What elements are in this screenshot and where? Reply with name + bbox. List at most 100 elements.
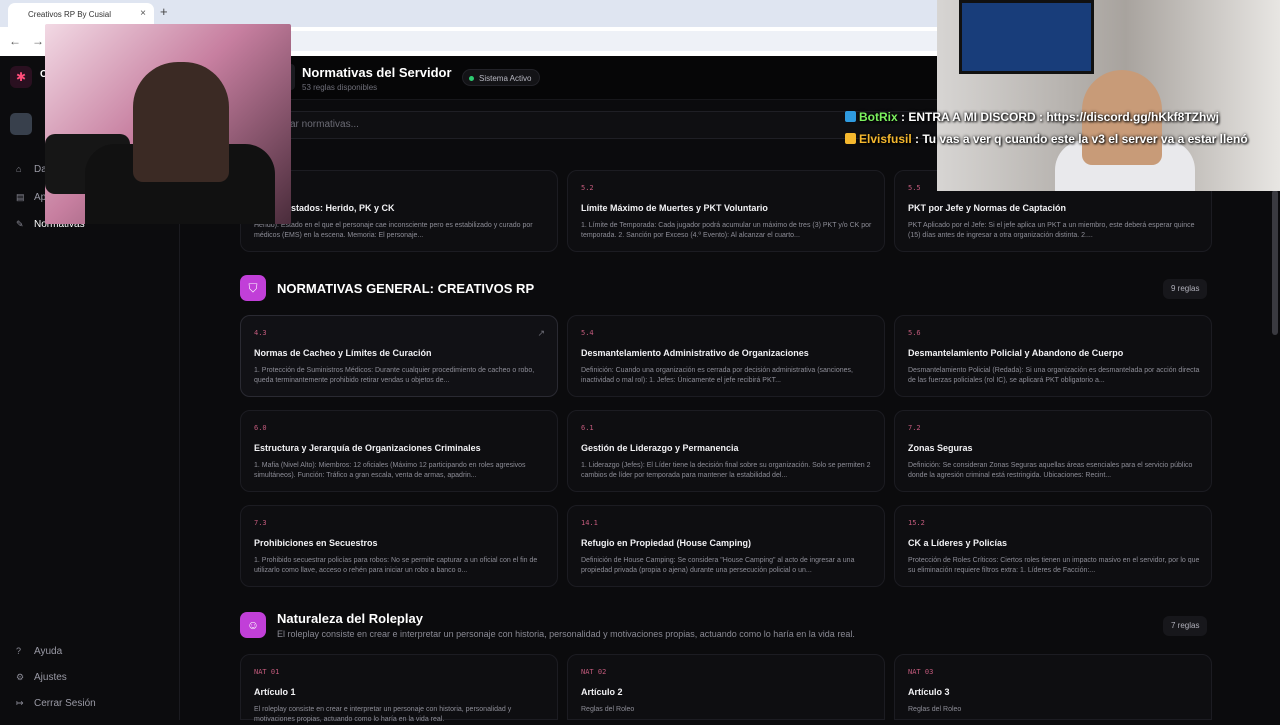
rule-count-badge: 7 reglas: [1163, 616, 1208, 636]
sidebar-item-label: Ayuda: [34, 646, 63, 657]
rule-description: 1. Protección de Suministros Médicos: Du…: [254, 367, 535, 384]
rule-code: NAT 01: [254, 668, 280, 676]
external-link-icon[interactable]: ↗: [537, 328, 545, 339]
rule-card[interactable]: 5.2 Límite Máximo de Muertes y PKT Volun…: [567, 170, 885, 252]
sidebar-item-dashboard[interactable]: ⌂ Da: [16, 164, 47, 175]
rule-description: Definición: Se consideran Zonas Seguras …: [908, 462, 1193, 479]
rule-card[interactable]: NAT 02 Artículo 2 Reglas del Roleo: [567, 654, 885, 720]
chat-text: : ENTRA A MI DISCORD : https://discord.g…: [901, 110, 1219, 124]
search-placeholder: ar normativas...: [290, 119, 359, 130]
sidebar-item-label: Cerrar Sesión: [34, 698, 96, 709]
webcam-overlay-right: [937, 0, 1280, 191]
gavel-icon: ✎: [16, 219, 24, 229]
status-label: Sistema Activo: [479, 74, 532, 83]
users-icon: ☺: [240, 612, 266, 638]
chat-username: BotRix: [859, 110, 898, 124]
rule-card[interactable]: 5.6 Desmantelamiento Policial y Abandono…: [894, 315, 1212, 397]
rule-code: 5.5: [908, 184, 921, 192]
rule-description: Herido): Estado en el que el personaje c…: [254, 222, 533, 239]
rule-description: Definición: Cuando una organización es c…: [581, 367, 853, 384]
rule-title: Límite Máximo de Muertes y PKT Voluntari…: [581, 203, 768, 213]
logout-icon: ↦: [16, 698, 24, 708]
rule-title: Zonas Seguras: [908, 443, 973, 453]
rule-title: Artículo 3: [908, 687, 950, 697]
rule-title: Desmantelamiento Policial y Abandono de …: [908, 348, 1124, 358]
sidebar-item-ayuda[interactable]: ? Ayuda: [16, 646, 62, 657]
rule-code: 5.2: [581, 184, 594, 192]
status-badge: Sistema Activo: [462, 69, 541, 86]
rule-title: Desmantelamiento Administrativo de Organ…: [581, 348, 809, 358]
app-logo-icon[interactable]: ✱: [10, 66, 32, 88]
rule-code: 6.0: [254, 424, 267, 432]
rule-title: Gestión de Liderazgo y Permanencia: [581, 443, 739, 453]
forward-arrow-icon[interactable]: →: [32, 34, 44, 48]
chat-message: Elvisfusil : Tu vas a ver q cuando este …: [845, 132, 1248, 146]
rule-description: Reglas del Roleo: [581, 706, 635, 713]
rule-description: Desmantelamiento Policial (Redada): Si u…: [908, 367, 1200, 384]
rule-title: CK a Líderes y Policías: [908, 538, 1008, 548]
subscriber-badge-icon: [845, 133, 856, 144]
rule-card[interactable]: 4.3 ↗ Normas de Cacheo y Límites de Cura…: [240, 315, 558, 397]
streamer-figure: [133, 62, 229, 182]
chat-message: BotRix : ENTRA A MI DISCORD : https://di…: [845, 110, 1219, 124]
rule-description: 1. Liderazgo (Jefes): El Líder tiene la …: [581, 462, 871, 479]
rule-card[interactable]: NAT 03 Artículo 3 Reglas del Roleo: [894, 654, 1212, 720]
rule-card[interactable]: 7.2 Zonas Seguras Definición: Se conside…: [894, 410, 1212, 492]
rule-card[interactable]: 6.1 Gestión de Liderazgo y Permanencia 1…: [567, 410, 885, 492]
sidebar-item-cerrar-sesion[interactable]: ↦ Cerrar Sesión: [16, 698, 96, 709]
sidebar-item-ajustes[interactable]: ⚙ Ajustes: [16, 672, 67, 683]
apps-icon: ▤: [16, 192, 25, 202]
rule-description: Protección de Roles Críticos: Ciertos ro…: [908, 557, 1200, 574]
avatar[interactable]: [10, 113, 32, 135]
back-arrow-icon[interactable]: ←: [9, 34, 21, 48]
status-dot-icon: [469, 76, 474, 81]
rule-title: Artículo 1: [254, 687, 296, 697]
section-title: NORMATIVAS GENERAL: CREATIVOS RP: [277, 281, 535, 296]
rule-card[interactable]: 5.4 Desmantelamiento Administrativo de O…: [567, 315, 885, 397]
rule-code: NAT 02: [581, 668, 607, 676]
page-title: Normativas del Servidor: [302, 65, 452, 80]
tab-title: Creativos RP By Cusial: [28, 10, 111, 19]
shield-icon: ⛉: [240, 275, 266, 301]
rule-description: 1. Mafia (Nivel Alto): Miembros: 12 ofic…: [254, 462, 526, 479]
rule-card[interactable]: 15.2 CK a Líderes y Policías Protección …: [894, 505, 1212, 587]
rule-title: Artículo 2: [581, 687, 623, 697]
rule-description: El roleplay consiste en crear e interpre…: [254, 706, 512, 723]
rule-title: Refugio en Propiedad (House Camping): [581, 538, 752, 548]
rule-code: 15.2: [908, 519, 925, 527]
rule-count-badge: 9 reglas: [1163, 279, 1208, 299]
new-tab-button[interactable]: +: [160, 4, 168, 19]
chat-text: : Tu vas a ver q cuando este la v3 el se…: [915, 132, 1248, 146]
rule-title: Prohibiciones en Secuestros: [254, 538, 378, 548]
rule-code: 7.3: [254, 519, 267, 527]
chat-username: Elvisfusil: [859, 132, 912, 146]
gear-icon: ⚙: [16, 672, 25, 682]
rule-card[interactable]: 6.0 Estructura y Jerarquía de Organizaci…: [240, 410, 558, 492]
rule-code: 5.4: [581, 329, 594, 337]
rule-code: 7.2: [908, 424, 921, 432]
rule-description: PKT Aplicado por el Jefe: Si el jefe apl…: [908, 222, 1195, 239]
dashboard-icon: ⌂: [16, 164, 22, 174]
rule-description: Reglas del Roleo: [908, 706, 962, 713]
bot-badge-icon: [845, 111, 856, 122]
help-icon: ?: [16, 646, 22, 656]
scrollbar[interactable]: [1272, 190, 1278, 335]
monitor-icon: [959, 0, 1094, 74]
rule-title: PKT por Jefe y Normas de Captación: [908, 203, 1067, 213]
rule-code: 6.1: [581, 424, 594, 432]
page-subtitle: 53 reglas disponibles: [302, 83, 378, 92]
tab-close-icon[interactable]: ×: [140, 8, 146, 19]
rule-code: 14.1: [581, 519, 598, 527]
rule-card[interactable]: 14.1 Refugio en Propiedad (House Camping…: [567, 505, 885, 587]
rule-description: 1. Límite de Temporada: Cada jugador pod…: [581, 222, 872, 239]
rule-code: 5.6: [908, 329, 921, 337]
rule-description: Definición de House Camping: Se consider…: [581, 557, 855, 574]
rule-code: 4.3: [254, 329, 267, 337]
sidebar-item-label: Ajustes: [34, 672, 67, 683]
rule-title: Normas de Cacheo y Límites de Curación: [254, 348, 432, 358]
sidebar-item-apps[interactable]: ▤ Ap: [16, 192, 46, 203]
rule-card[interactable]: NAT 01 Artículo 1 El roleplay consiste e…: [240, 654, 558, 723]
webcam-overlay-left: [45, 24, 291, 224]
rule-card[interactable]: 7.3 Prohibiciones en Secuestros 1. Prohi…: [240, 505, 558, 587]
rule-code: NAT 03: [908, 668, 934, 676]
